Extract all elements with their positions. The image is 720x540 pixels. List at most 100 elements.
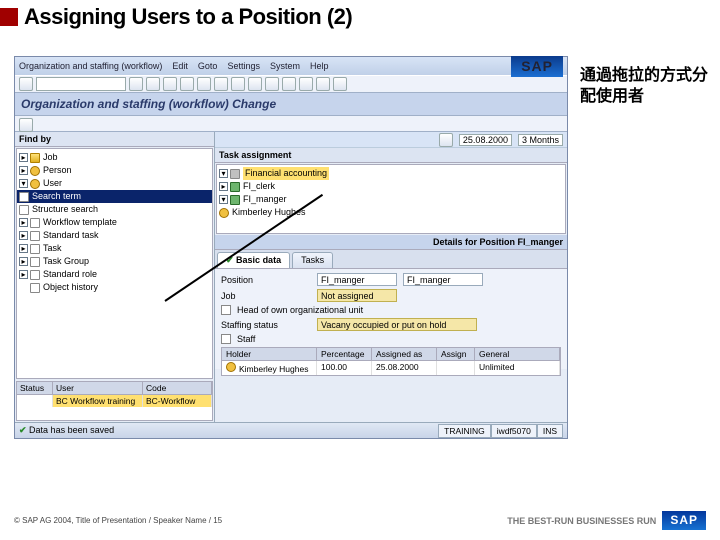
expand-icon[interactable]: ▸ bbox=[19, 270, 28, 279]
slide-title: Assigning Users to a Position (2) bbox=[24, 4, 352, 30]
label-position: Position bbox=[221, 275, 311, 285]
app-tool-icon[interactable] bbox=[19, 118, 33, 132]
col-assign[interactable]: Assign bbox=[437, 348, 475, 360]
key-date-field[interactable]: 25.08.2000 bbox=[459, 134, 512, 146]
col-code[interactable]: Code bbox=[143, 382, 212, 394]
assignment-tree[interactable]: ▾ Financial accounting ▸ FI_clerk ▾ FI_mang… bbox=[216, 164, 566, 234]
input-position-code[interactable]: FI_manger bbox=[317, 273, 397, 286]
position-icon bbox=[230, 182, 240, 192]
period-field[interactable]: 3 Months bbox=[518, 134, 563, 146]
col-assigned[interactable]: Assigned as bbox=[372, 348, 437, 360]
tree-node-search-term[interactable]: Search term bbox=[32, 190, 81, 203]
tab-tasks[interactable]: Tasks bbox=[292, 252, 333, 268]
role-icon bbox=[30, 270, 40, 280]
col-percentage[interactable]: Percentage bbox=[317, 348, 372, 360]
tree-node-person[interactable]: Person bbox=[43, 164, 72, 177]
cell-assigned-date[interactable]: 25.08.2000 bbox=[372, 361, 437, 375]
collapse-icon[interactable]: ▾ bbox=[219, 195, 228, 204]
menu-goto[interactable]: Goto bbox=[198, 61, 218, 71]
find-by-header: Find by bbox=[15, 132, 214, 147]
position-icon bbox=[230, 195, 240, 205]
field-job: Not assigned bbox=[317, 289, 397, 302]
history-icon bbox=[30, 283, 40, 293]
cancel-icon[interactable] bbox=[180, 77, 194, 91]
expand-icon[interactable]: ▸ bbox=[19, 257, 28, 266]
details-header: Details for Position FI_manger bbox=[215, 235, 567, 250]
tree-node-pos-manager[interactable]: FI_manger bbox=[243, 193, 287, 206]
first-page-icon[interactable] bbox=[231, 77, 245, 91]
details-title: Details for Position FI_manger bbox=[433, 237, 563, 247]
tree-node-user-kimberley[interactable]: Kimberley Hughes bbox=[232, 206, 306, 219]
help-icon[interactable] bbox=[333, 77, 347, 91]
right-pane: 25.08.2000 3 Months Task assignment ▾Fin… bbox=[215, 132, 567, 422]
menu-settings[interactable]: Settings bbox=[227, 61, 260, 71]
command-field[interactable] bbox=[36, 77, 126, 91]
cell-holder: Kimberley Hughes bbox=[239, 364, 308, 374]
menu-bar: Organization and staffing (workflow) Edi… bbox=[15, 57, 567, 75]
folder-icon bbox=[30, 153, 40, 163]
sap-logo-icon: SAP bbox=[511, 56, 563, 77]
result-grid[interactable]: BC Workflow training BC-Workflow bbox=[16, 395, 213, 421]
find-by-tree[interactable]: ▸ Job ▸ Person ▾ User Search term Structure… bbox=[16, 148, 213, 379]
cell-percentage[interactable]: 100.00 bbox=[317, 361, 372, 375]
success-icon: ✔ bbox=[19, 425, 29, 435]
tree-node-std-role[interactable]: Standard role bbox=[43, 268, 97, 281]
tree-node-user[interactable]: User bbox=[43, 177, 62, 190]
grid-cell-user[interactable]: BC Workflow training bbox=[53, 395, 143, 407]
tree-node-job[interactable]: Job bbox=[43, 151, 58, 164]
app-toolbar bbox=[15, 116, 567, 132]
menu-help[interactable]: Help bbox=[310, 61, 329, 71]
tree-node-task-group[interactable]: Task Group bbox=[43, 255, 89, 268]
menu-system[interactable]: System bbox=[270, 61, 300, 71]
checkbox-staff[interactable] bbox=[221, 334, 231, 344]
expand-icon[interactable]: ▸ bbox=[19, 218, 28, 227]
find-icon[interactable] bbox=[214, 77, 228, 91]
tab-basic-data[interactable]: ✔ Basic data bbox=[217, 252, 290, 268]
save-icon[interactable] bbox=[129, 77, 143, 91]
expand-icon[interactable]: ▸ bbox=[219, 182, 228, 191]
tree-node-std-task[interactable]: Standard task bbox=[43, 229, 99, 242]
tree-node-wf-template[interactable]: Workflow template bbox=[43, 216, 117, 229]
label-head: Head of own organizational unit bbox=[237, 305, 363, 315]
exit-icon[interactable] bbox=[163, 77, 177, 91]
person-icon bbox=[30, 166, 40, 176]
col-holder[interactable]: Holder bbox=[222, 348, 317, 360]
search-icon bbox=[19, 192, 29, 202]
detail-tabs: ✔ Basic data Tasks bbox=[215, 250, 567, 269]
period-bar: 25.08.2000 3 Months bbox=[215, 132, 567, 148]
collapse-icon[interactable]: ▾ bbox=[219, 169, 228, 178]
tree-node-object-history[interactable]: Object history bbox=[43, 281, 98, 294]
enter-icon[interactable] bbox=[19, 77, 33, 91]
expand-icon[interactable]: ▸ bbox=[19, 231, 28, 240]
last-page-icon[interactable] bbox=[282, 77, 296, 91]
next-page-icon[interactable] bbox=[265, 77, 279, 91]
collapse-icon[interactable]: ▾ bbox=[19, 179, 28, 188]
col-status[interactable]: Status bbox=[17, 382, 53, 394]
prev-page-icon[interactable] bbox=[248, 77, 262, 91]
expand-icon[interactable]: ▸ bbox=[19, 166, 28, 175]
annotation-cjk: 通過拖拉的方式分配使用者 bbox=[580, 66, 720, 108]
back-icon[interactable] bbox=[146, 77, 160, 91]
holder-table-row[interactable]: Kimberley Hughes 100.00 25.08.2000 Unlim… bbox=[221, 361, 561, 376]
expand-icon[interactable]: ▸ bbox=[19, 244, 28, 253]
menu-org[interactable]: Organization and staffing (workflow) bbox=[19, 61, 162, 71]
col-user[interactable]: User bbox=[53, 382, 143, 394]
tree-node-pos-clerk[interactable]: FI_clerk bbox=[243, 180, 275, 193]
date-nav-prev-icon[interactable] bbox=[439, 133, 453, 147]
input-position-name[interactable]: FI_manger bbox=[403, 273, 483, 286]
col-general[interactable]: General bbox=[475, 348, 560, 360]
menu-edit[interactable]: Edit bbox=[172, 61, 188, 71]
tree-node-structure-search[interactable]: Structure search bbox=[32, 203, 98, 216]
user-icon bbox=[226, 362, 236, 372]
grid-cell-code[interactable]: BC-Workflow bbox=[143, 395, 212, 407]
tree-node-org[interactable]: Financial accounting bbox=[243, 167, 329, 180]
expand-icon[interactable]: ▸ bbox=[19, 153, 28, 162]
status-client: TRAINING bbox=[438, 424, 491, 438]
shortcut-icon[interactable] bbox=[316, 77, 330, 91]
print-icon[interactable] bbox=[197, 77, 211, 91]
new-session-icon[interactable] bbox=[299, 77, 313, 91]
org-unit-icon bbox=[230, 169, 240, 179]
user-icon bbox=[219, 208, 229, 218]
checkbox-head[interactable] bbox=[221, 305, 231, 315]
tree-node-task[interactable]: Task bbox=[43, 242, 62, 255]
